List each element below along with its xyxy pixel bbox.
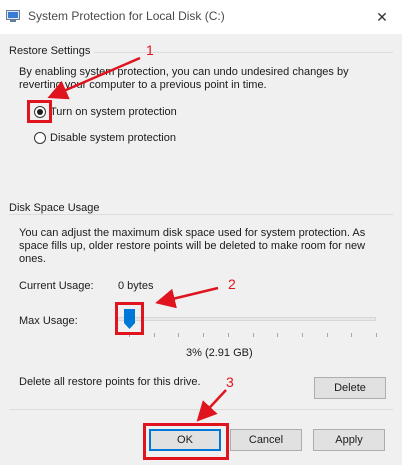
annotation-arrow-3 xyxy=(196,389,227,422)
annotation-arrows xyxy=(47,56,227,422)
annotation-arrow-2 xyxy=(155,286,219,309)
annotation-arrow-1 xyxy=(47,56,141,100)
